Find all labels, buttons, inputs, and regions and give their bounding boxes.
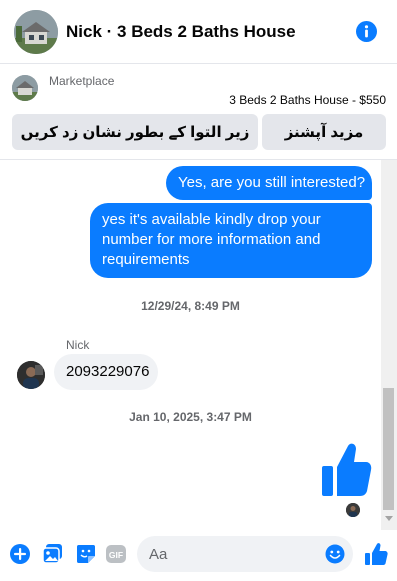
outgoing-message[interactable]: Yes, are you still interested? — [166, 166, 372, 200]
plus-circle-icon[interactable] — [9, 543, 31, 565]
message-input[interactable]: Aa — [137, 536, 353, 572]
scrollbar-thumb[interactable] — [383, 388, 394, 510]
marketplace-label: Marketplace — [49, 74, 115, 88]
chat-header: Nick · 3 Beds 2 Baths House — [0, 0, 397, 64]
info-icon[interactable] — [356, 21, 377, 42]
listing-title[interactable]: 3 Beds 2 Baths House - $550 — [229, 93, 386, 107]
send-like-icon[interactable] — [364, 542, 388, 566]
mark-pending-button[interactable]: زیر التوا کے بطور نشان زد کریں — [12, 114, 258, 150]
svg-text:GIF: GIF — [109, 550, 123, 560]
message-timestamp: 12/29/24, 8:49 PM — [141, 299, 240, 313]
outgoing-message[interactable]: yes it's available kindly drop your numb… — [90, 203, 372, 278]
composer-bar: GIF Aa — [0, 530, 397, 581]
seen-avatar — [346, 503, 360, 517]
marketplace-bar: Marketplace 3 Beds 2 Baths House - $550 … — [0, 64, 397, 160]
message-thread: Yes, are you still interested? yes it's … — [0, 160, 381, 530]
thumbs-up-icon[interactable] — [320, 442, 372, 498]
gif-icon[interactable]: GIF — [105, 543, 127, 565]
sticker-icon[interactable] — [75, 543, 97, 565]
more-options-button[interactable]: مزید آپشنز — [262, 114, 386, 150]
thread-scrollbar[interactable] — [381, 160, 397, 530]
listing-thumbnail[interactable] — [12, 75, 38, 101]
incoming-message[interactable]: 2093229076 — [54, 354, 158, 390]
avatar[interactable] — [17, 361, 45, 389]
smiley-icon[interactable] — [325, 544, 345, 564]
scroll-down-icon[interactable] — [385, 516, 393, 521]
message-timestamp: Jan 10, 2025, 3:47 PM — [129, 410, 252, 424]
chat-title: Nick · 3 Beds 2 Baths House — [66, 22, 296, 41]
sender-name: Nick — [66, 338, 90, 352]
message-input-placeholder: Aa — [149, 546, 168, 563]
photo-icon[interactable] — [42, 543, 64, 565]
house-avatar[interactable] — [14, 10, 58, 54]
